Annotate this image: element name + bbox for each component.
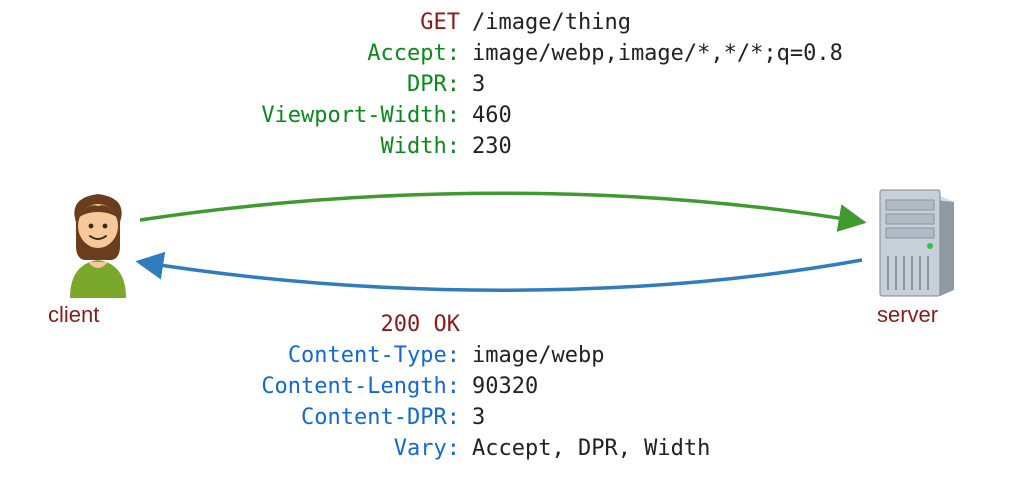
http-request-block: GET /image/thing Accept: image/webp,imag… <box>160 10 932 159</box>
server-icon <box>874 186 958 298</box>
client-icon <box>60 188 136 298</box>
response-arrow <box>140 260 862 290</box>
response-header-name: Vary: <box>394 436 460 461</box>
request-header-name: Accept: <box>367 41 460 66</box>
http-status: 200 OK <box>381 312 460 337</box>
request-header-value: 460 <box>472 103 512 128</box>
client-label: client <box>48 302 99 328</box>
request-header-name: Width: <box>381 134 460 159</box>
response-header-name: Content-Type: <box>288 343 460 368</box>
response-header-name: Content-Length: <box>261 374 460 399</box>
request-header-value: 230 <box>472 134 512 159</box>
request-line-label: GET <box>420 10 460 35</box>
response-header-value: image/webp <box>472 343 604 368</box>
response-header-value: 90320 <box>472 374 538 399</box>
response-header-value: Accept, DPR, Width <box>472 436 710 461</box>
http-method: GET <box>420 10 460 35</box>
request-arrow <box>140 193 862 222</box>
request-header-value: 3 <box>472 72 485 97</box>
response-header-value: 3 <box>472 405 485 430</box>
request-header-value: image/webp,image/*,*/*;q=0.8 <box>472 41 843 66</box>
http-response-block: 200 OK Content-Type: image/webp Content-… <box>160 312 932 461</box>
response-header-name: Content-DPR: <box>301 405 460 430</box>
request-path: /image/thing <box>472 10 631 35</box>
request-header-name: Viewport-Width: <box>261 103 460 128</box>
request-header-name: DPR: <box>407 72 460 97</box>
